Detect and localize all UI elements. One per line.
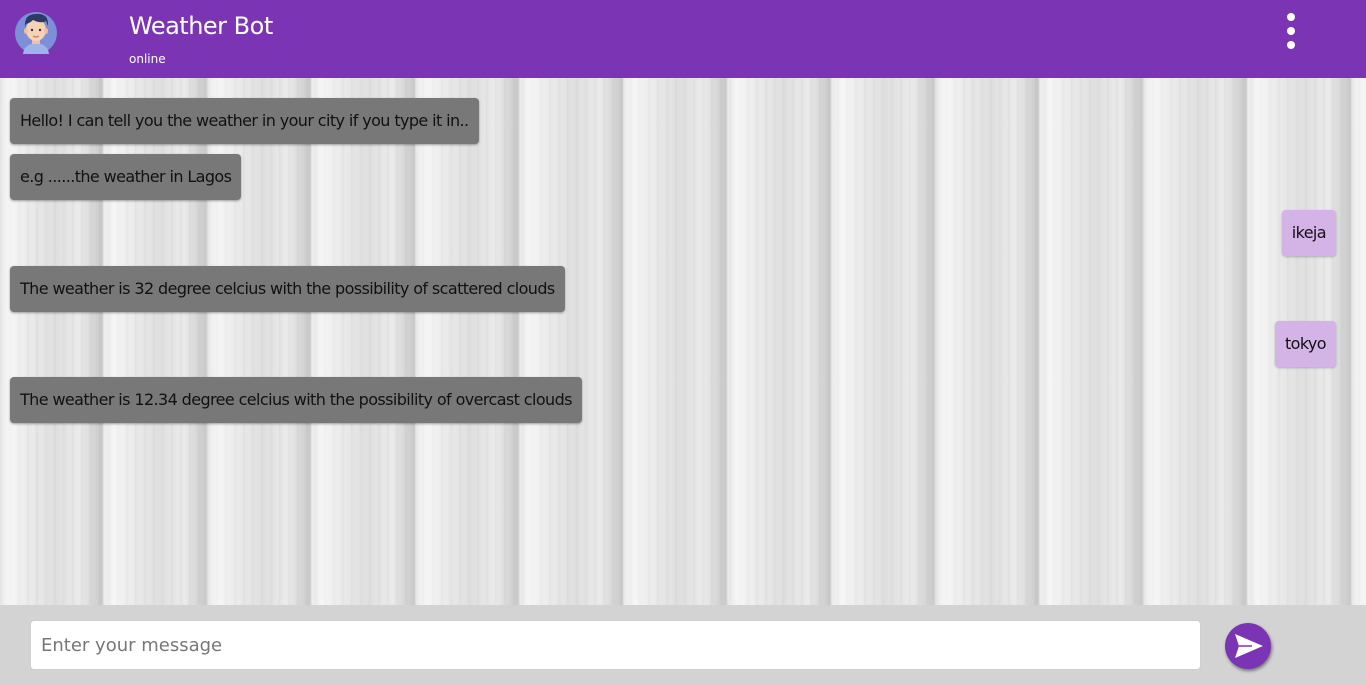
menu-dot (1287, 13, 1295, 21)
bot-message: The weather is 12.34 degree celcius with… (10, 377, 582, 423)
bot-message: The weather is 32 degree celcius with th… (10, 266, 565, 312)
message-input[interactable] (30, 620, 1201, 670)
user-avatar-icon[interactable] (15, 8, 57, 54)
send-icon (1235, 634, 1263, 658)
menu-dot (1287, 27, 1295, 35)
chat-title: Weather Bot (129, 12, 273, 40)
menu-dot (1287, 41, 1295, 49)
bot-message: e.g ......the weather in Lagos (10, 154, 242, 200)
user-message: tokyo (1274, 321, 1336, 367)
bot-message: Hello! I can tell you the weather in you… (10, 98, 479, 144)
chat-header: Weather Bot online (0, 0, 1366, 78)
more-vertical-icon[interactable] (1276, 10, 1306, 54)
online-status: online (129, 52, 166, 66)
composer-bar (0, 605, 1366, 685)
send-button[interactable] (1225, 623, 1271, 669)
message-list[interactable]: Hello! I can tell you the weather in you… (0, 78, 1366, 605)
user-message: ikeja (1281, 210, 1336, 256)
chat-app: Weather Bot online Hello! I can tell you… (0, 0, 1366, 685)
